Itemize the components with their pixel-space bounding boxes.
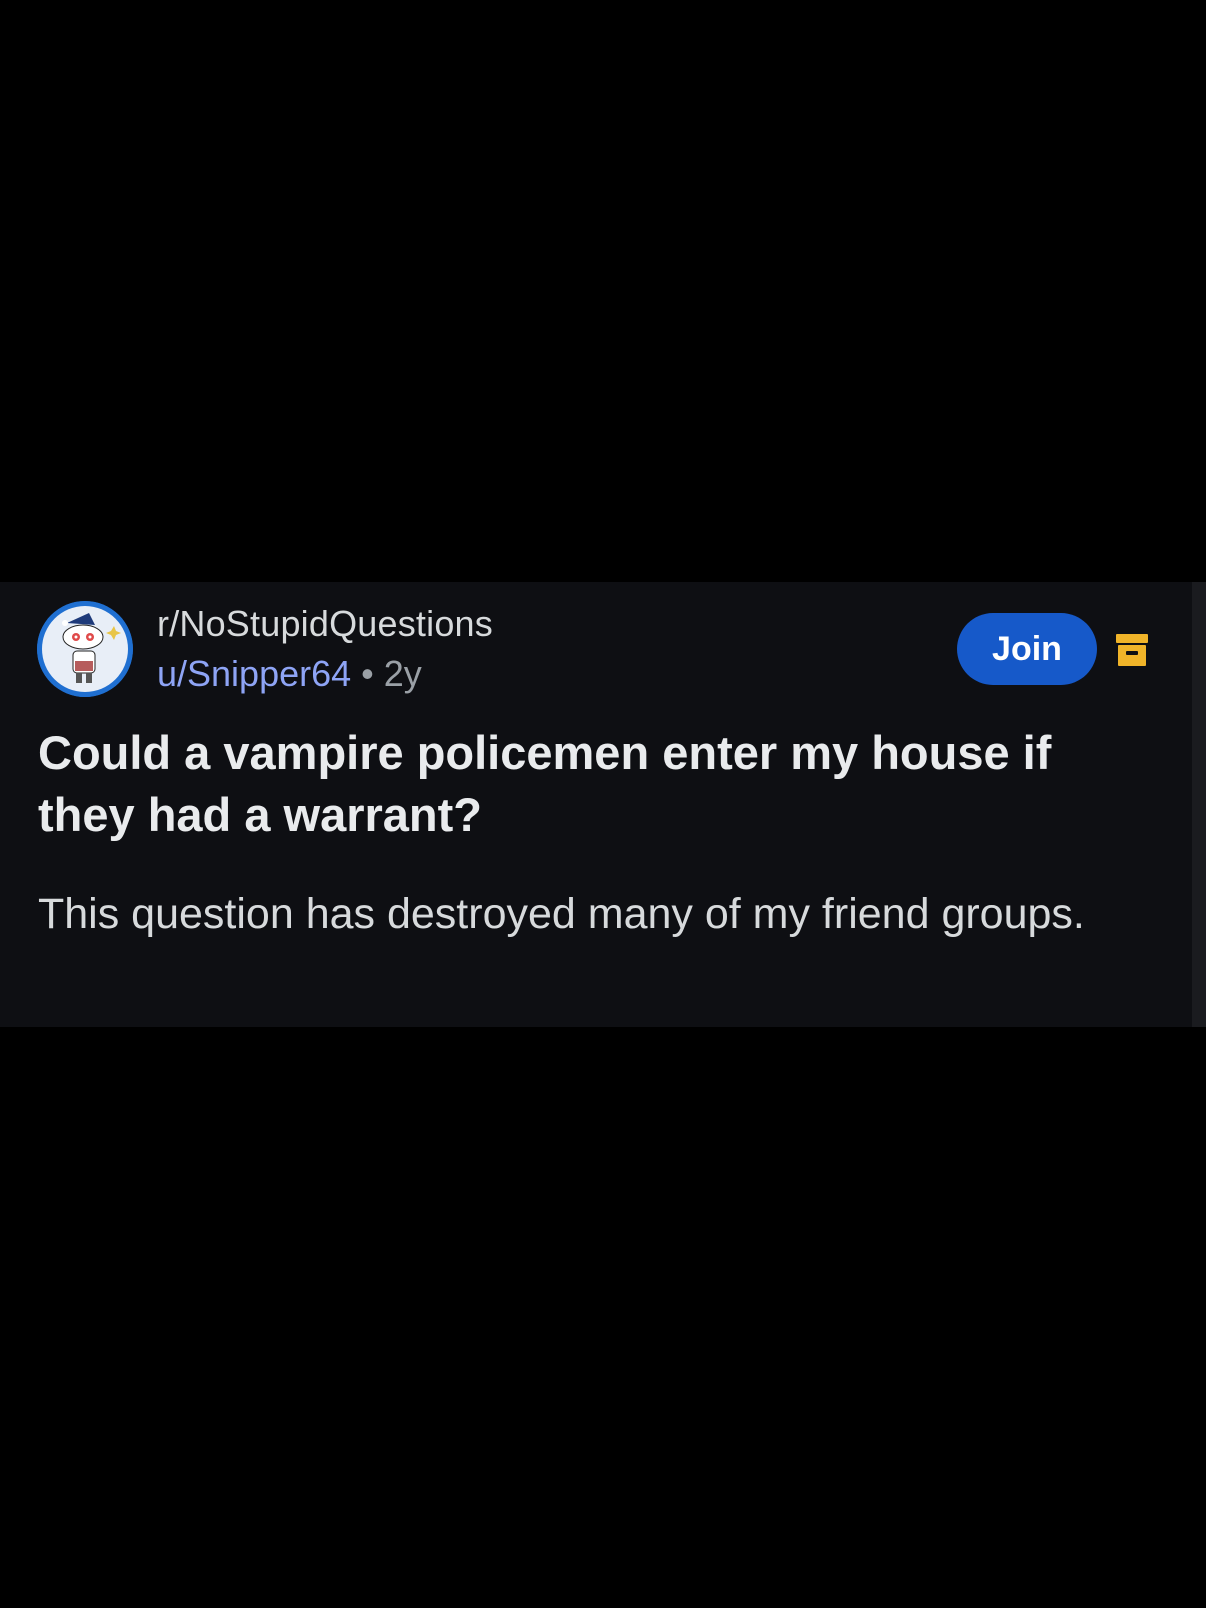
post-title[interactable]: Could a vampire policemen enter my house…	[38, 722, 1158, 846]
scrollbar-track	[1192, 582, 1206, 1027]
archive-icon	[1115, 632, 1149, 668]
post-body: This question has destroyed many of my f…	[38, 890, 1085, 938]
post-age: 2y	[383, 653, 422, 694]
author-username[interactable]: u/Snipper64	[157, 653, 351, 694]
subreddit-name[interactable]: r/NoStupidQuestions	[157, 603, 493, 645]
join-button[interactable]: Join	[957, 613, 1097, 685]
snoo-avatar-icon[interactable]	[37, 601, 133, 697]
post-meta: u/Snipper64 • 2y	[157, 653, 422, 695]
meta-separator: •	[361, 653, 374, 694]
